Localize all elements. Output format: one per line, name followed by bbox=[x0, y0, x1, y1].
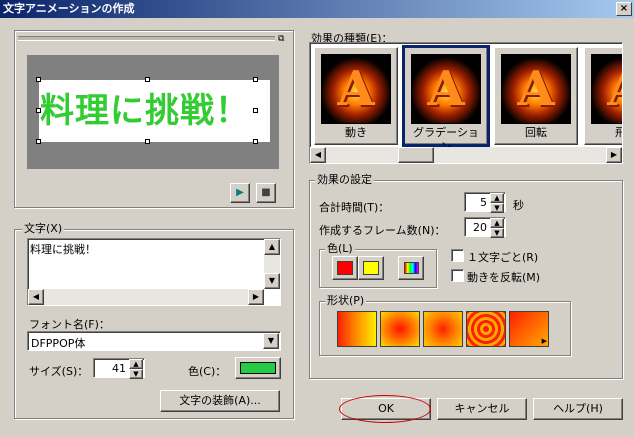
stop-icon: ■ bbox=[261, 187, 271, 198]
effect-gradation[interactable]: A グラデーション bbox=[402, 45, 490, 153]
total-time-label: 合計時間(T)： bbox=[319, 201, 390, 214]
text-input-scrollbar[interactable]: ▲ ▼ bbox=[264, 239, 280, 289]
size-spinner[interactable]: ▲ ▼ bbox=[129, 359, 143, 379]
frames-input[interactable]: 20 ▲ ▼ bbox=[464, 217, 506, 238]
decoration-button[interactable]: 文字の装飾(A)... bbox=[160, 390, 280, 412]
per-char-checkbox[interactable] bbox=[451, 249, 464, 262]
spin-down-icon[interactable]: ▼ bbox=[129, 369, 143, 379]
effects-scroll-left[interactable]: ◀ bbox=[310, 147, 326, 163]
effect-jump[interactable]: A 飛び bbox=[584, 47, 622, 145]
effect-gradation-image: A bbox=[411, 54, 481, 124]
color-palette-button[interactable] bbox=[398, 256, 424, 280]
per-char-label[interactable]: １文字ごと(R) bbox=[467, 249, 538, 265]
color-group-label: 色(L) bbox=[325, 242, 355, 255]
shape-rect-option[interactable] bbox=[380, 311, 420, 347]
spin-up-icon[interactable]: ▲ bbox=[129, 359, 143, 369]
effect-move-image: A bbox=[321, 54, 391, 124]
chevron-right-icon: ▶ bbox=[541, 337, 547, 345]
shape-group-label: 形状(P) bbox=[325, 294, 367, 307]
effects-list[interactable]: A 動き A グラデーション A 回転 A 飛び ◀ ▶ bbox=[309, 42, 623, 164]
effect-jump-label: 飛び bbox=[591, 126, 622, 140]
shape-linear-option[interactable] bbox=[337, 311, 377, 347]
preview-text: 料理に挑戦！ bbox=[40, 91, 250, 131]
size-input[interactable]: 41 ▲ ▼ bbox=[93, 358, 145, 379]
color-swatch-red[interactable] bbox=[332, 256, 358, 280]
effects-scroll-right[interactable]: ▶ bbox=[606, 147, 622, 163]
shape-rings-option[interactable] bbox=[466, 311, 506, 347]
effect-move[interactable]: A 動き bbox=[314, 47, 398, 145]
cancel-button[interactable]: キャンセル bbox=[437, 398, 527, 420]
play-button[interactable]: ▶ bbox=[230, 183, 250, 203]
font-select[interactable]: DFPPOP体 ▼ bbox=[27, 331, 281, 351]
size-input-value: 41 bbox=[112, 362, 126, 375]
preview-ruler bbox=[18, 36, 275, 41]
close-button[interactable]: × bbox=[616, 2, 632, 16]
reverse-label[interactable]: 動きを反転(M) bbox=[467, 269, 540, 285]
spin-down-icon[interactable]: ▼ bbox=[490, 203, 504, 213]
effect-jump-image: A bbox=[591, 54, 622, 124]
font-label: フォント名(F)： bbox=[29, 318, 110, 331]
resize-handle-ml[interactable] bbox=[36, 108, 41, 113]
settings-label: 効果の設定 bbox=[315, 173, 374, 186]
color-swatch-yellow[interactable] bbox=[358, 256, 384, 280]
text-input-hscrollbar[interactable]: ◀ ▶ bbox=[28, 289, 264, 305]
shape-radial-option[interactable] bbox=[423, 311, 463, 347]
palette-icon bbox=[404, 262, 419, 274]
spin-up-icon[interactable]: ▲ bbox=[490, 193, 504, 203]
total-time-spinner[interactable]: ▲ ▼ bbox=[490, 193, 504, 213]
scroll-left-button[interactable]: ◀ bbox=[28, 289, 44, 305]
frames-spinner[interactable]: ▲ ▼ bbox=[490, 218, 504, 238]
resize-handle-tc[interactable] bbox=[145, 77, 150, 82]
resize-handle-br[interactable] bbox=[253, 139, 258, 144]
ok-highlight-ellipse bbox=[339, 395, 431, 423]
window-title: 文字アニメーションの作成 bbox=[3, 2, 135, 15]
scroll-down-button[interactable]: ▼ bbox=[264, 273, 280, 289]
font-select-value: DFPPOP体 bbox=[31, 337, 86, 350]
resize-handle-bc[interactable] bbox=[145, 139, 150, 144]
total-time-unit: 秒 bbox=[513, 199, 524, 212]
red-swatch bbox=[337, 261, 353, 275]
frames-label: 作成するフレーム数(N)： bbox=[319, 224, 446, 237]
resize-handle-mr[interactable] bbox=[253, 108, 258, 113]
resize-handle-tr[interactable] bbox=[253, 77, 258, 82]
shape-more-option[interactable]: ▶ bbox=[509, 311, 549, 347]
title-bar: 文字アニメーションの作成 × bbox=[0, 0, 634, 18]
effects-hscrollbar[interactable]: ◀ ▶ bbox=[310, 147, 622, 163]
text-color-button[interactable] bbox=[235, 357, 281, 379]
resize-handle-tl[interactable] bbox=[36, 77, 41, 82]
resize-handle-bl[interactable] bbox=[36, 139, 41, 144]
spin-down-icon[interactable]: ▼ bbox=[490, 228, 504, 238]
spin-up-icon[interactable]: ▲ bbox=[490, 218, 504, 228]
frames-value: 20 bbox=[473, 221, 487, 234]
text-color-swatch bbox=[240, 362, 276, 374]
stop-button[interactable]: ■ bbox=[256, 183, 276, 203]
total-time-input[interactable]: 5 ▲ ▼ bbox=[464, 192, 506, 213]
help-button[interactable]: ヘルプ(H) bbox=[533, 398, 623, 420]
expand-icon[interactable]: ⧉ bbox=[278, 34, 290, 44]
chevron-down-icon[interactable]: ▼ bbox=[263, 333, 279, 349]
effect-move-label: 動き bbox=[345, 126, 367, 139]
total-time-value: 5 bbox=[480, 196, 487, 209]
reverse-checkbox[interactable] bbox=[451, 269, 464, 282]
scroll-up-button[interactable]: ▲ bbox=[264, 239, 280, 255]
size-label: サイズ(S)： bbox=[29, 365, 89, 378]
text-input[interactable]: 料理に挑戦！ ▲ ▼ ◀ ▶ bbox=[27, 238, 281, 306]
effects-scroll-thumb[interactable] bbox=[398, 147, 434, 163]
text-group-label: 文字(X) bbox=[22, 222, 65, 235]
effect-rotate[interactable]: A 回転 bbox=[494, 47, 578, 145]
effect-rotate-image: A bbox=[501, 54, 571, 124]
effect-rotate-label: 回転 bbox=[525, 126, 547, 139]
text-color-label: 色(C)： bbox=[188, 365, 227, 378]
yellow-swatch bbox=[363, 261, 379, 275]
play-icon: ▶ bbox=[236, 187, 244, 198]
scroll-right-button[interactable]: ▶ bbox=[248, 289, 264, 305]
text-input-value: 料理に挑戦！ bbox=[30, 243, 96, 256]
